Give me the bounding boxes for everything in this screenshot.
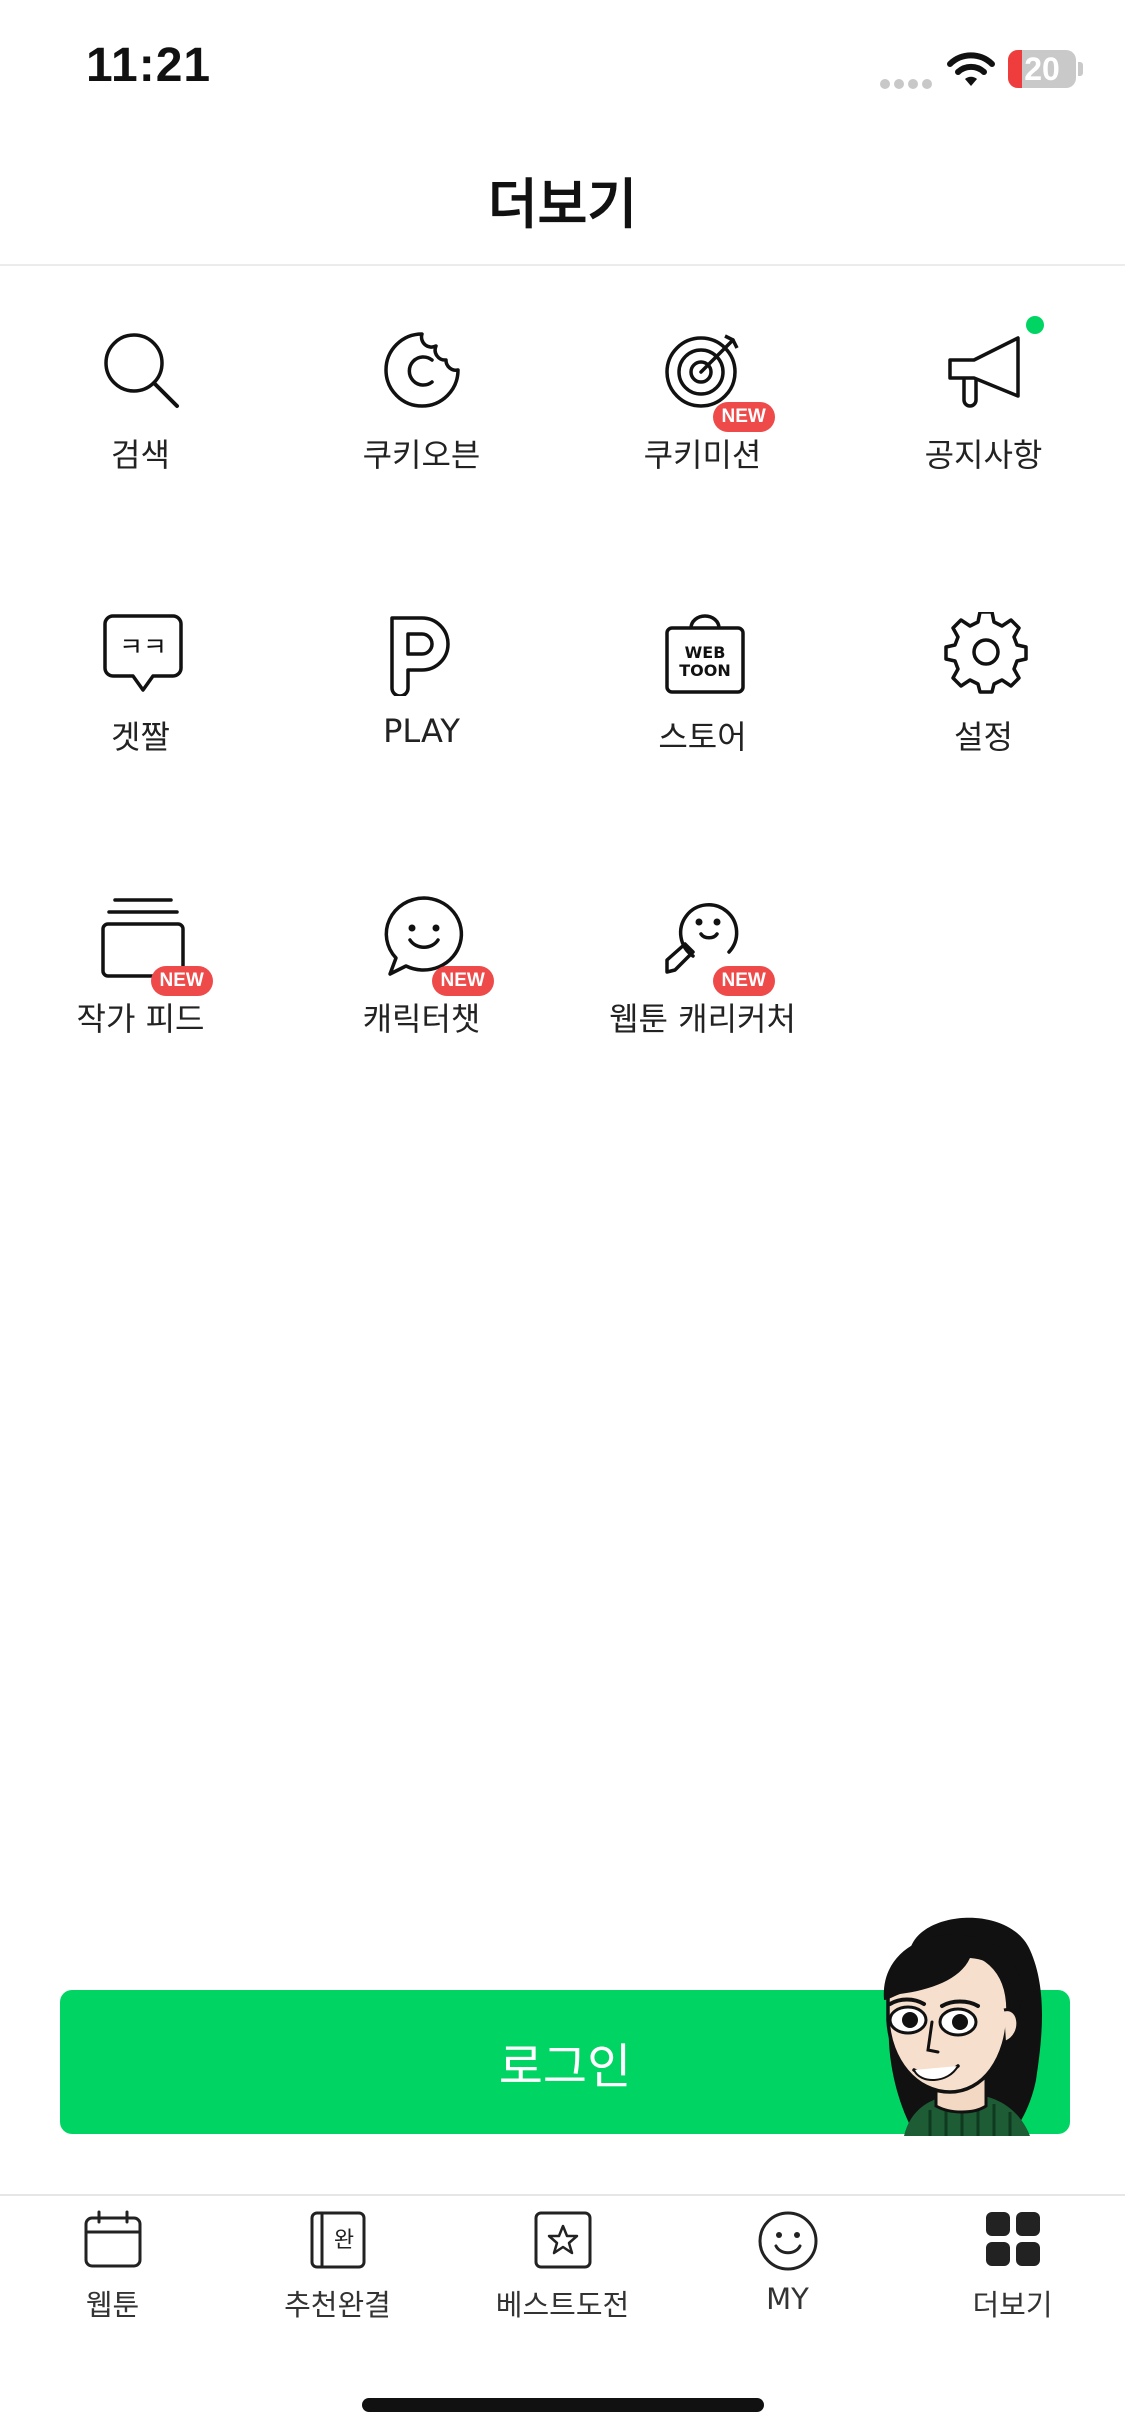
menu-item-play[interactable]: PLAY (281, 582, 562, 782)
cellular-signal-icon (880, 74, 936, 93)
new-badge: NEW (712, 966, 775, 996)
play-p-icon (389, 616, 450, 696)
grid-icon (985, 2212, 1040, 2266)
menu-item-search[interactable]: 검색 (0, 300, 281, 500)
menu-item-getzzal[interactable]: ㅋㅋ 겟짤 (0, 582, 281, 782)
tab-webtoon[interactable]: 웹툰 (0, 2196, 225, 2336)
tab-label: 베스트도전 (495, 2288, 630, 2322)
new-badge: NEW (431, 966, 494, 996)
battery-icon: 20 (1008, 50, 1076, 88)
tab-recommended-completed[interactable]: 완 추천완결 (225, 2196, 450, 2336)
page-title: 더보기 (487, 173, 638, 236)
menu-item-cookie-mission[interactable]: NEW 쿠키미션 (562, 300, 843, 500)
menu-item-settings[interactable]: 설정 (843, 582, 1124, 782)
menu-item-notice[interactable]: 공지사항 (843, 300, 1124, 500)
header-divider (0, 264, 1125, 266)
tab-more[interactable]: 더보기 (900, 2196, 1125, 2336)
menu-item-label: 공지사항 (924, 436, 1043, 474)
tab-label: MY (766, 2282, 809, 2316)
book-icon: 완 (310, 2211, 365, 2269)
cookie-icon (383, 332, 460, 408)
smiley-icon (758, 2211, 817, 2271)
new-badge: NEW (150, 966, 213, 996)
menu-item-label: 검색 (111, 436, 170, 474)
webtoon-bag-icon: WEB TOON (664, 614, 745, 694)
menu-item-author-feed[interactable]: NEW 작가 피드 (0, 864, 281, 1064)
calendar-icon (84, 2210, 141, 2268)
tab-my[interactable]: MY (675, 2196, 900, 2336)
status-bar: 11:21 20 (0, 0, 1125, 140)
menu-item-label: 쿠키오븐 (362, 436, 481, 474)
megaphone-icon (947, 336, 1020, 408)
battery-cap (1078, 62, 1083, 76)
menu-item-label: 겟짤 (111, 718, 170, 756)
svg-text:TOON: TOON (679, 661, 731, 680)
svg-text:WEB: WEB (684, 643, 725, 662)
svg-text:완: 완 (333, 2228, 353, 2253)
tab-bar: 웹툰 완 추천완결 베스트도전 MY 더보기 (0, 2196, 1125, 2336)
menu-item-character-chat[interactable]: NEW 캐릭터챗 (281, 864, 562, 1064)
new-badge: NEW (712, 402, 775, 432)
menu-item-label: 캐릭터챗 (362, 1000, 481, 1038)
menu-item-label: 쿠키미션 (643, 436, 762, 474)
menu-item-label: 작가 피드 (76, 1000, 205, 1038)
tab-label: 웹툰 (85, 2288, 140, 2322)
tab-best-challenge[interactable]: 베스트도전 (450, 2196, 675, 2336)
menu-item-label: 스토어 (658, 718, 747, 756)
star-icon (534, 2211, 591, 2269)
tab-label: 추천완결 (284, 2288, 391, 2322)
menu-item-cookie-oven[interactable]: 쿠키오븐 (281, 300, 562, 500)
menu-item-label: 설정 (954, 718, 1013, 756)
battery-level: 20 (1024, 51, 1060, 87)
home-indicator[interactable] (362, 2398, 764, 2412)
search-icon (103, 333, 179, 408)
svg-text:ㅋㅋ: ㅋㅋ (119, 633, 167, 663)
gear-icon (943, 612, 1028, 694)
tab-label: 더보기 (972, 2288, 1053, 2322)
menu-item-store[interactable]: WEB TOON 스토어 (562, 582, 843, 782)
target-icon (664, 334, 739, 408)
wifi-icon (946, 50, 996, 92)
status-time: 11:21 (86, 39, 212, 92)
menu-item-label: PLAY (383, 712, 460, 750)
menu-item-label: 웹툰 캐리커처 (609, 1000, 796, 1038)
notification-dot (1025, 316, 1044, 334)
character-illustration (870, 1910, 1050, 2140)
speech-bubble-icon: ㅋㅋ (102, 614, 183, 692)
menu-item-caricature[interactable]: NEW 웹툰 캐리커처 (562, 864, 843, 1064)
